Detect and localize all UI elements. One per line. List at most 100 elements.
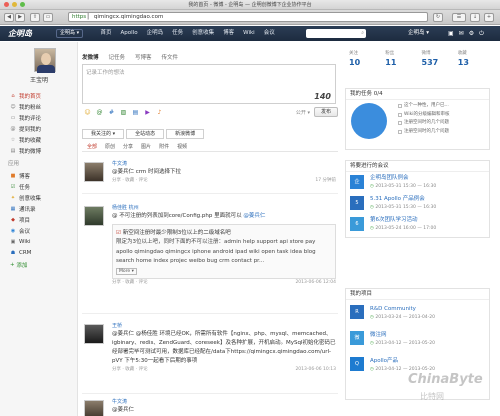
composer-input[interactable]: 记录工作的想法 140 — [82, 64, 336, 104]
at-icon[interactable]: @ — [96, 109, 103, 116]
tab-site-activity[interactable]: 全站动态 — [126, 129, 165, 139]
user-name[interactable]: 王宝明 — [0, 75, 78, 84]
close-window-icon[interactable] — [4, 2, 9, 7]
post-author[interactable]: 杨佳胜 杭州 — [112, 204, 336, 212]
nav-item-meetings[interactable]: 会议 — [259, 26, 279, 41]
stat-following[interactable]: 关注 10 — [345, 50, 381, 78]
post-actions[interactable]: 分享 · 收藏 · 评论 — [112, 366, 148, 374]
minimize-window-icon[interactable] — [12, 2, 17, 7]
gear-icon[interactable]: ⚙ — [469, 29, 474, 38]
downloads-button[interactable]: ↓ — [470, 13, 480, 22]
avatar[interactable] — [84, 324, 104, 344]
checkbox[interactable] — [398, 129, 402, 134]
nav-search-input[interactable]: ⌕ — [306, 29, 366, 38]
checkbox[interactable] — [398, 121, 402, 126]
share-button[interactable]: ⇪ — [30, 13, 40, 22]
emoji-icon[interactable]: ☺ — [84, 109, 91, 116]
sidebar-item-fans[interactable]: ☺ 我的粉丝 — [10, 101, 41, 112]
hash-icon[interactable]: # — [108, 109, 115, 116]
mail-icon[interactable]: ✉ — [459, 29, 464, 38]
bookmarks-button[interactable]: ▭ — [43, 13, 53, 22]
url-bar[interactable]: https ▏ qimingcx.qimingdao.com — [68, 12, 428, 22]
video-icon[interactable]: ▶ — [144, 109, 151, 116]
logout-icon[interactable]: ⏻ — [479, 29, 484, 38]
task-item[interactable]: 注册空间时的几个问题 — [398, 119, 449, 128]
meeting-item[interactable]: 6 第6次团队学习活动 2013-05-24 16:00 — 17:00 — [350, 214, 485, 235]
nav-item-tasks[interactable]: 任务 — [168, 26, 188, 41]
avatar[interactable] — [84, 162, 104, 182]
nav-item-apollo[interactable]: Apollo — [116, 26, 142, 41]
post-actions[interactable]: 分享 · 收藏 · 评论 — [112, 177, 148, 185]
visibility-select[interactable]: 公开 ▾ — [296, 109, 310, 116]
nav-item-wiki[interactable]: Wiki — [239, 26, 260, 41]
sidebar-item-tasks[interactable]: ☑ 任务 — [10, 181, 41, 192]
post-author[interactable]: 牛文涛 — [112, 398, 336, 406]
filter-original[interactable]: 原创 — [105, 143, 115, 151]
checkbox[interactable] — [398, 104, 402, 109]
nav-item-home[interactable]: 首页 — [96, 26, 116, 41]
search-icon[interactable]: ⌕ — [361, 30, 364, 36]
sidebar-item-blog[interactable]: ■ 博客 — [10, 170, 41, 181]
project-item[interactable]: R R&D Community 2013-03-24 — 2013-04-20 — [350, 300, 485, 326]
sidebar-item-my-posts[interactable]: ▤ 我的微博 — [10, 145, 41, 156]
sidebar-item-comments[interactable]: ▭ 我的评论 — [10, 112, 41, 123]
company-switch-button[interactable]: 企明岛 ▾ — [56, 29, 84, 38]
music-icon[interactable]: ♪ — [156, 109, 163, 116]
tab-following[interactable]: 我关注的 ▾ — [82, 129, 125, 139]
publish-button[interactable]: 发布 — [314, 107, 338, 117]
tab-post[interactable]: 发微博 — [82, 54, 99, 63]
sidebar-add-app[interactable]: + 添加 — [10, 258, 41, 271]
project-item[interactable]: 微 微注网 2013-04-12 — 2013-05-20 — [350, 326, 485, 352]
post-author[interactable]: 王桥 — [112, 322, 336, 330]
reload-button[interactable]: ↻ — [433, 13, 443, 22]
task-item[interactable]: 注册空间时的几个问题 — [398, 128, 449, 137]
sidebar-item-favorites[interactable]: ☆ 我的收藏 — [10, 134, 41, 145]
zoom-window-icon[interactable] — [20, 2, 25, 7]
post-actions[interactable]: 分享 · 收藏 · 评论 — [112, 279, 148, 287]
task-item[interactable]: Wiki的分级编辑和审核 — [398, 111, 449, 120]
filter-images[interactable]: 图片 — [141, 143, 151, 151]
task-item[interactable]: 这个一种性，用户已... — [398, 102, 449, 111]
sidebar-item-projects[interactable]: ◆ 项目 — [10, 214, 41, 225]
meeting-title[interactable]: 第6次团队学习活动 — [370, 216, 418, 224]
tab-task[interactable]: 记任务 — [109, 54, 126, 63]
forward-button[interactable]: ▶ — [15, 13, 25, 22]
back-button[interactable]: ◀ — [4, 13, 14, 22]
compose-icon[interactable]: ▣ — [448, 29, 454, 38]
sidebar-item-ideas[interactable]: ✦ 创意收集 — [10, 192, 41, 203]
meeting-title[interactable]: 企明岛团队例会 — [370, 174, 409, 182]
meeting-item[interactable]: 企 企明岛团队例会 2013-05-31 15:30 — 16:30 — [350, 172, 485, 193]
sidebar-item-contacts[interactable]: ▦ 通讯录 — [10, 203, 41, 214]
stat-favorites[interactable]: 收藏 13 — [454, 50, 490, 78]
filter-video[interactable]: 视频 — [177, 143, 187, 151]
avatar[interactable] — [34, 48, 56, 73]
avatar[interactable] — [84, 206, 104, 226]
nav-item-blog[interactable]: 博客 — [219, 26, 239, 41]
sidebar-item-mentions[interactable]: @ 提到我的 — [10, 123, 42, 134]
image-icon[interactable]: ▨ — [120, 109, 127, 116]
more-button[interactable]: More ▾ — [116, 267, 137, 275]
app-logo[interactable]: 企明岛 — [8, 28, 32, 39]
filter-attachments[interactable]: 附件 — [159, 143, 169, 151]
panel-title[interactable]: 我的任务 0/4 — [346, 89, 489, 100]
sidebar-item-home[interactable]: ⌂ 我的首页 — [10, 90, 41, 101]
file-icon[interactable]: ▤ — [132, 109, 139, 116]
filter-share[interactable]: 分享 — [123, 143, 133, 151]
avatar[interactable] — [84, 400, 104, 416]
sidebar-item-meetings[interactable]: ◉ 会议 — [10, 225, 41, 236]
sidebar-item-crm[interactable]: ☗ CRM — [10, 247, 41, 258]
window-controls[interactable] — [4, 2, 25, 7]
meeting-title[interactable]: 5.31 Apollo 产品例会 — [370, 195, 425, 203]
filter-all[interactable]: 全部 — [87, 143, 97, 151]
checkbox[interactable] — [398, 112, 402, 117]
mention-link[interactable]: @姜兵仁 — [243, 213, 265, 219]
nav-item-ideas[interactable]: 创意收集 — [188, 26, 219, 41]
shared-task-card[interactable]: ☑ 新空间注册时最少限制3位以上的二级域名吧 限定为3位以上吧，同时下面的不可以… — [112, 224, 336, 279]
reader-button[interactable]: ☰ — [452, 13, 466, 22]
nav-item-qimingdao[interactable]: 企明岛 — [142, 26, 168, 41]
project-title[interactable]: Apollo产品 — [370, 357, 398, 365]
tab-sina-weibo[interactable]: 新浪微博 — [166, 129, 205, 139]
tab-blog[interactable]: 写博客 — [135, 54, 152, 63]
project-title[interactable]: 微注网 — [370, 331, 387, 339]
sidebar-item-wiki[interactable]: ▣ Wiki — [10, 236, 41, 247]
